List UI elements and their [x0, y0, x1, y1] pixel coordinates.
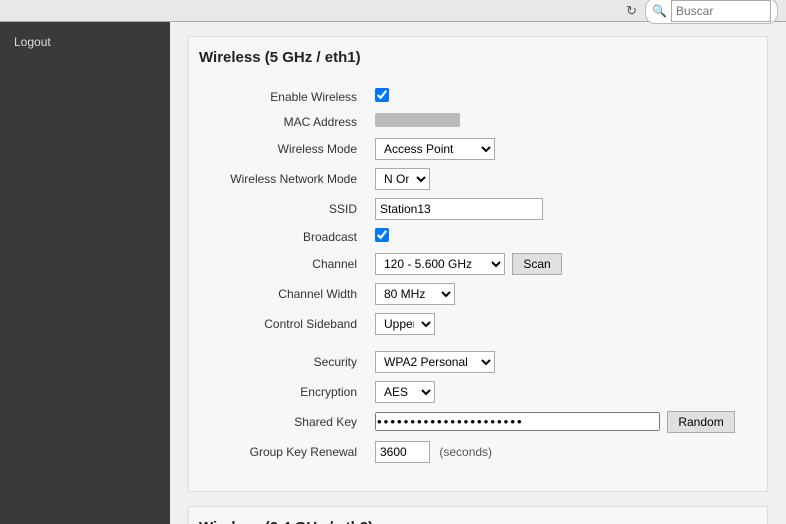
encryption-5ghz-select[interactable]: AES TKIP [375, 381, 435, 403]
wireless-mode-5ghz-select[interactable]: Access Point Client Repeater [375, 138, 495, 160]
label-ssid: SSID [199, 194, 369, 224]
label-enable-wireless: Enable Wireless [199, 84, 369, 109]
enable-wireless-5ghz-checkbox[interactable] [375, 88, 389, 102]
label-group-key-renewal: Group Key Renewal [199, 437, 369, 467]
row-channel-5ghz: Channel 120 - 5.600 GHz Auto Scan [199, 249, 757, 279]
row-enable-wireless-5ghz: Enable Wireless [199, 84, 757, 109]
row-encryption-5ghz: Encryption AES TKIP [199, 377, 757, 407]
section-5ghz-title: Wireless (5 GHz / eth1) [199, 49, 757, 70]
search-icon: 🔍 [652, 4, 667, 18]
sidebar: Logout [0, 22, 170, 524]
scan-button[interactable]: Scan [512, 253, 561, 275]
refresh-icon[interactable]: ↻ [626, 3, 637, 19]
row-channel-width-5ghz: Channel Width 80 MHz 40 MHz 20 MHz [199, 279, 757, 309]
security-5ghz-select[interactable]: WPA2 Personal WPA2 Enterprise WEP Disabl… [375, 351, 495, 373]
label-shared-key: Shared Key [199, 407, 369, 437]
broadcast-5ghz-checkbox[interactable] [375, 228, 389, 242]
group-key-renewal-5ghz-input[interactable] [375, 441, 430, 463]
ssid-5ghz-input[interactable] [375, 198, 543, 220]
form-5ghz: Enable Wireless MAC Address Wireless Mod… [199, 84, 757, 467]
main-content: Wireless (5 GHz / eth1) Enable Wireless … [170, 22, 786, 524]
label-security: Security [199, 347, 369, 377]
row-group-key-renewal-5ghz: Group Key Renewal (seconds) [199, 437, 757, 467]
row-spacer [199, 339, 757, 347]
control-sideband-5ghz-select[interactable]: Upper Lower [375, 313, 435, 335]
sidebar-item-logout[interactable]: Logout [0, 28, 170, 56]
row-broadcast-5ghz: Broadcast [199, 224, 757, 249]
search-box: 🔍 [645, 0, 778, 24]
row-control-sideband-5ghz: Control Sideband Upper Lower [199, 309, 757, 339]
section-5ghz: Wireless (5 GHz / eth1) Enable Wireless … [188, 36, 768, 492]
random-button[interactable]: Random [667, 411, 734, 433]
label-wireless-network-mode: Wireless Network Mode [199, 164, 369, 194]
label-broadcast: Broadcast [199, 224, 369, 249]
label-encryption: Encryption [199, 377, 369, 407]
channel-width-5ghz-select[interactable]: 80 MHz 40 MHz 20 MHz [375, 283, 455, 305]
label-channel: Channel [199, 249, 369, 279]
label-mac-address: MAC Address [199, 109, 369, 134]
section-2_4ghz-title: Wireless (2.4 GHz / eth2) [199, 519, 757, 524]
mac-address-5ghz-value [375, 113, 460, 127]
row-shared-key-5ghz: Shared Key Random [199, 407, 757, 437]
wireless-network-mode-5ghz-select[interactable]: N Only B/G/N Mixed [375, 168, 430, 190]
row-wireless-network-mode-5ghz: Wireless Network Mode N Only B/G/N Mixed [199, 164, 757, 194]
search-input[interactable] [671, 0, 771, 22]
section-2_4ghz: Wireless (2.4 GHz / eth2) Enable Wireles… [188, 506, 768, 524]
row-mac-address-5ghz: MAC Address [199, 109, 757, 134]
shared-key-5ghz-input[interactable] [375, 412, 660, 431]
channel-5ghz-select[interactable]: 120 - 5.600 GHz Auto [375, 253, 505, 275]
label-control-sideband: Control Sideband [199, 309, 369, 339]
seconds-label: (seconds) [439, 445, 492, 459]
label-wireless-mode: Wireless Mode [199, 134, 369, 164]
row-ssid-5ghz: SSID [199, 194, 757, 224]
top-bar: ↻ 🔍 [0, 0, 786, 22]
label-channel-width: Channel Width [199, 279, 369, 309]
row-wireless-mode-5ghz: Wireless Mode Access Point Client Repeat… [199, 134, 757, 164]
row-security-5ghz: Security WPA2 Personal WPA2 Enterprise W… [199, 347, 757, 377]
